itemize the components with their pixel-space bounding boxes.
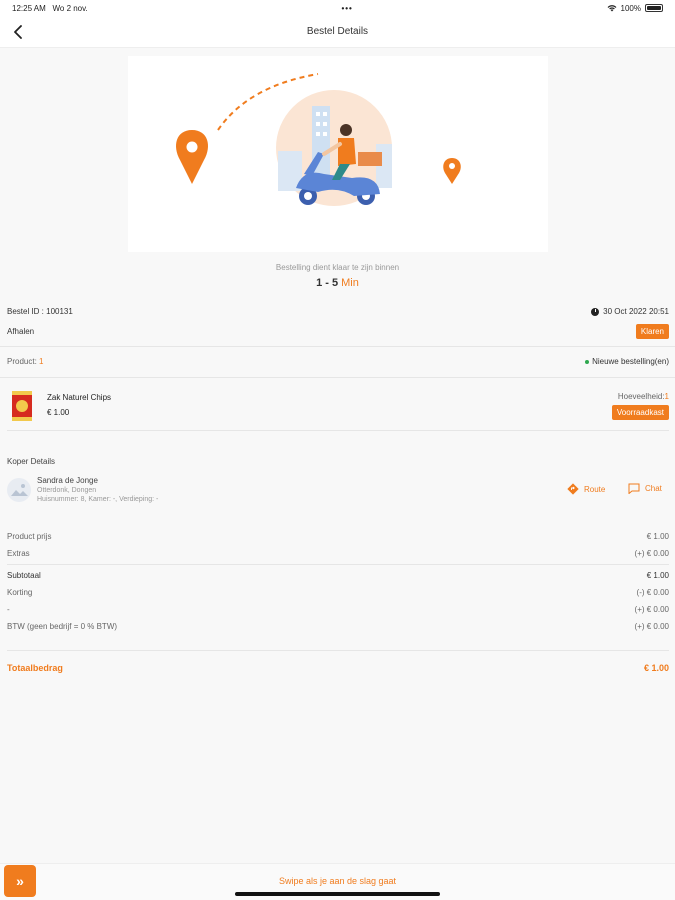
new-order-status: Nieuwe bestelling(en) [585,357,669,366]
divider [0,377,675,378]
order-datetime-wrap: 30 Oct 2022 20:51 [591,307,669,316]
clock-icon [591,307,600,316]
quantity-value: 1 [664,392,669,401]
summary-discount-row: Korting (-) € 0.00 [7,588,669,597]
vat-label: BTW (geen bedrijf = 0 % BTW) [7,622,118,631]
dash-label: - [7,605,10,614]
status-date: Wo 2 nov. [52,3,88,13]
order-id: Bestel ID : 100131 [7,307,73,316]
status-right: 100% [607,4,663,13]
summary-subtotal-row: Subtotaal € 1.00 [7,571,669,580]
preorder-tag[interactable]: Voorraadkast [611,405,669,420]
divider [7,650,669,651]
buyer-details: Sandra de Jonge Otterdonk, Dongen Huisnu… [7,476,669,508]
home-indicator [235,892,440,896]
product-price: € 1.00 [47,408,70,417]
buyer-section-title: Koper Details [7,457,56,466]
summary-product-price-row: Product prijs € 1.00 [7,532,669,541]
order-type-row: Afhalen Klaren [7,324,669,339]
summary-dash-row: - (+) € 0.00 [7,605,669,614]
extras-label: Extras [7,549,30,558]
eta-range: 1 - 5 [316,277,339,289]
buyer-house: Huisnummer: 8, Kamer: -, Verdieping: - [37,496,159,503]
location-pin-icon [176,130,208,184]
subtotal-value: € 1.00 [646,571,669,580]
discount-value: (-) € 0.00 [636,588,669,597]
discount-label: Korting [7,588,33,597]
back-button[interactable] [8,22,28,42]
product-price-label: Product prijs [7,532,52,541]
buyer-address: Otterdonk, Dongen [37,487,97,494]
status-time: 12:25 AM [12,3,46,13]
subtotal-label: Subtotaal [7,571,41,580]
dash-value: (+) € 0.00 [634,605,669,614]
quantity-label: Hoeveelheid: [617,392,665,401]
total-value: € 1.00 [643,663,669,673]
chat-label: Chat [645,484,662,493]
location-pin-small-icon [443,158,461,184]
product-price-value: € 1.00 [646,532,669,541]
order-id-row: Bestel ID : 100131 30 Oct 2022 20:51 [7,307,669,316]
summary-total-row: Totaalbedrag € 1.00 [7,663,669,673]
chips-bag-image [12,391,32,421]
product-count-wrap: Product: 1 [7,357,43,366]
swipe-text: Swipe als je aan de slag gaat [278,876,397,886]
order-datetime: 30 Oct 2022 20:51 [603,307,669,316]
delivery-illustration [128,56,548,252]
eta-caption: Bestelling dient klaar te zijn binnen [275,263,400,272]
summary-extras-row: Extras (+) € 0.00 [7,549,669,558]
vat-value: (+) € 0.00 [634,622,669,631]
new-order-text: Nieuwe bestelling(en) [592,357,669,366]
divider [7,564,669,565]
summary-vat-row: BTW (geen bedrijf = 0 % BTW) (+) € 0.00 [7,622,669,631]
product-quantity: Hoeveelheid:1 [618,392,669,401]
multitask-dots[interactable]: ••• [341,4,352,13]
status-left: 12:25 AM Wo 2 nov. [12,4,88,13]
route-icon [567,483,579,495]
product-name: Zak Naturel Chips [47,393,112,402]
route-button[interactable]: Route [567,483,605,495]
buyer-name: Sandra de Jonge [37,476,98,485]
divider [7,430,669,431]
product-count: 1 [39,357,44,366]
battery-icon [644,4,663,12]
avatar [7,478,31,502]
total-label: Totaalbedrag [7,663,63,673]
order-type: Afhalen [7,327,35,336]
route-label: Route [584,484,606,494]
wifi-icon [607,5,616,12]
eta-value: 1 - 5 Min [0,277,675,289]
chevron-left-icon [14,25,22,39]
product-label: Product: [7,357,37,366]
status-bar: 12:25 AM Wo 2 nov. ••• 100% [0,0,675,16]
navigation-bar: Bestel Details [0,16,675,48]
eta-unit: Min [341,277,359,289]
product-item[interactable]: Zak Naturel Chips € 1.00 Hoeveelheid:1 V… [7,386,669,428]
battery-percent: 100% [620,3,641,13]
chat-icon [628,483,640,494]
status-dot-icon [585,359,590,364]
product-count-row: Product: 1 Nieuwe bestelling(en) [7,357,669,366]
page-title: Bestel Details [306,26,369,37]
status-tag[interactable]: Klaren [635,324,669,339]
chat-button[interactable]: Chat [628,483,662,494]
divider [0,346,675,347]
extras-value: (+) € 0.00 [634,549,669,558]
